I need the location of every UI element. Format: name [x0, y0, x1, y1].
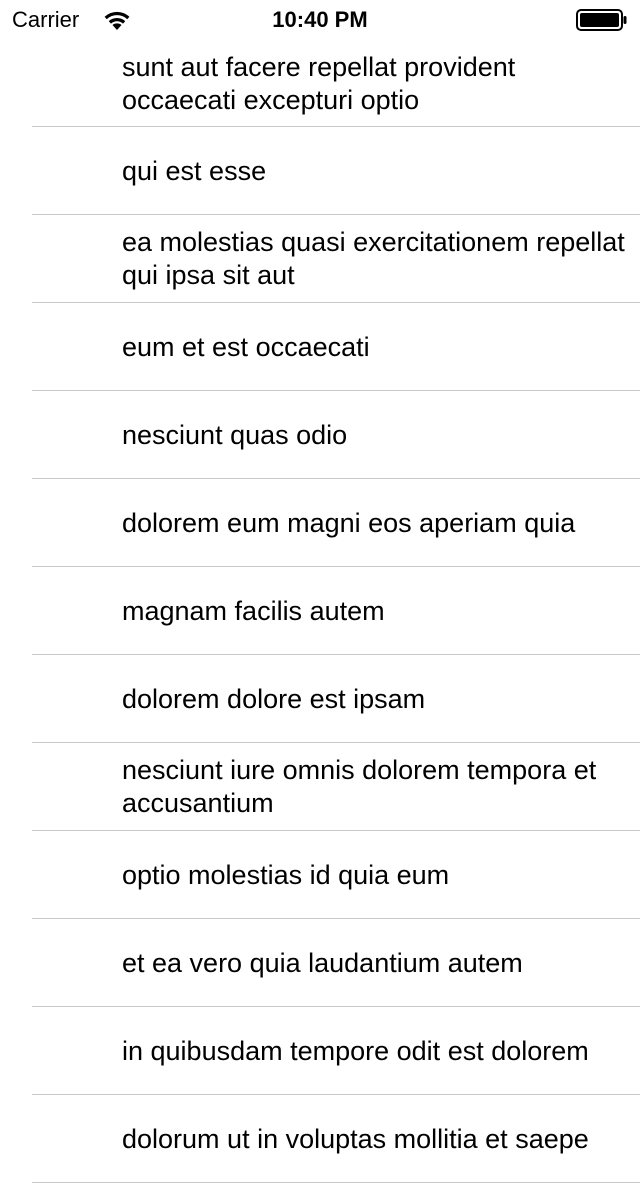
list-item[interactable]: in quibusdam tempore odit est dolorem	[0, 1007, 640, 1095]
list-item-title: nesciunt iure omnis dolorem tempora et a…	[122, 755, 597, 818]
list-item-title: nesciunt quas odio	[122, 419, 348, 450]
list-item-title: magnam facilis autem	[122, 595, 385, 626]
list-item[interactable]: qui est esse	[0, 127, 640, 215]
list-item-title: et ea vero quia laudantium autem	[122, 947, 523, 978]
list-item[interactable]: sunt aut facere repellat provident occae…	[0, 40, 640, 127]
list-item[interactable]: eum et est occaecati	[0, 303, 640, 391]
list-item-title: eum et est occaecati	[122, 331, 370, 362]
list-item[interactable]: ea molestias quasi exercitationem repell…	[0, 215, 640, 303]
list-item[interactable]: optio molestias id quia eum	[0, 831, 640, 919]
list-item[interactable]: et ea vero quia laudantium autem	[0, 919, 640, 1007]
list-item[interactable]: nesciunt quas odio	[0, 391, 640, 479]
list-item[interactable]: dolorem eum magni eos aperiam quia	[0, 479, 640, 567]
post-list: sunt aut facere repellat provident occae…	[0, 40, 640, 1183]
status-time: 10:40 PM	[272, 7, 368, 32]
list-item-title: sunt aut facere repellat provident occae…	[122, 51, 516, 115]
battery-icon	[576, 9, 627, 31]
list-item-title: in quibusdam tempore odit est dolorem	[122, 1035, 589, 1066]
list-item-title: dolorum ut in voluptas mollitia et saepe	[122, 1123, 589, 1154]
list-item-title: ea molestias quasi exercitationem repell…	[122, 227, 625, 290]
list-item[interactable]: dolorem dolore est ipsam	[0, 655, 640, 743]
list-item[interactable]: magnam facilis autem	[0, 567, 640, 655]
status-bar: Carrier 10:40 PM	[0, 0, 640, 40]
list-item-title: dolorem dolore est ipsam	[122, 683, 426, 714]
list-item[interactable]: nesciunt iure omnis dolorem tempora et a…	[0, 743, 640, 831]
list-item-title: qui est esse	[122, 155, 267, 186]
list-item-title: optio molestias id quia eum	[122, 859, 450, 890]
list-item-title: dolorem eum magni eos aperiam quia	[122, 507, 576, 538]
list-item[interactable]: dolorum ut in voluptas mollitia et saepe	[0, 1095, 640, 1183]
